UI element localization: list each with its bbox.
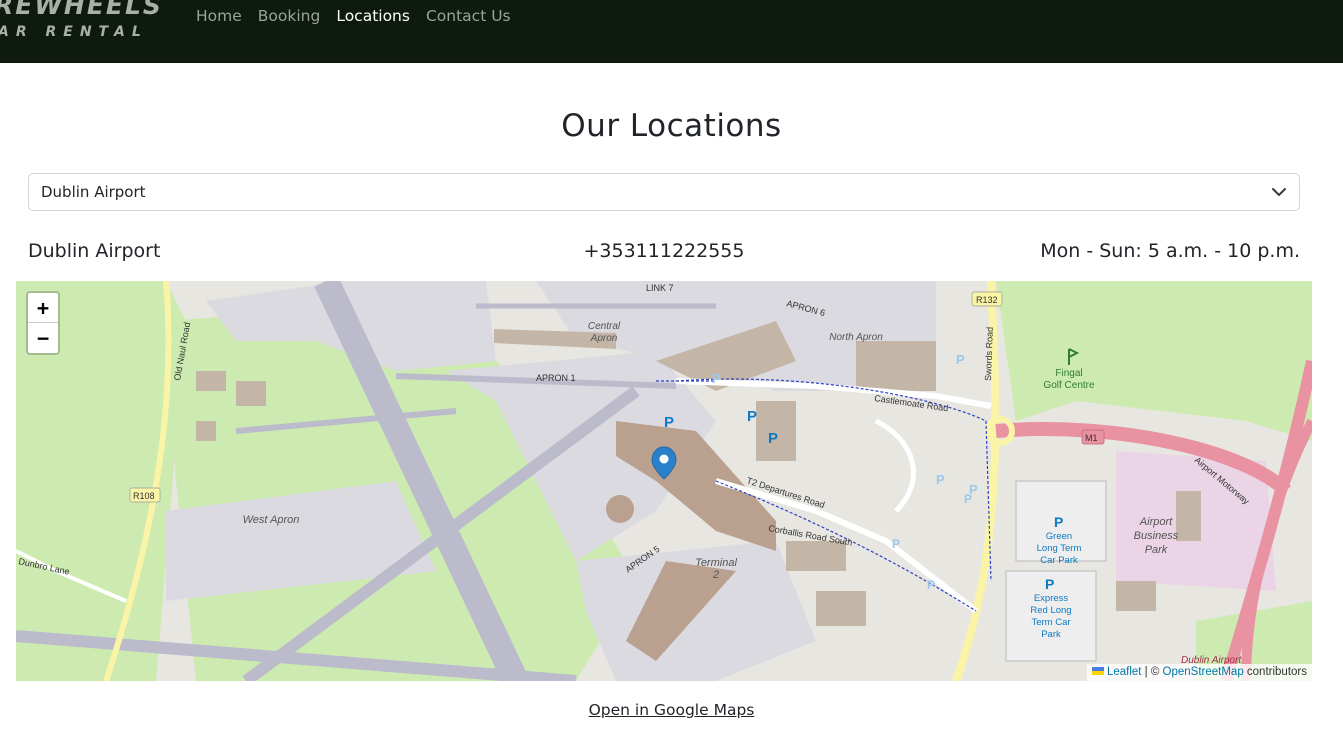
zoom-control: + − — [26, 291, 60, 355]
map-label-link-7: LINK 7 — [646, 283, 674, 293]
location-select[interactable]: Dublin Airport — [28, 173, 1300, 211]
map-label-corballis: Corballis Road South — [768, 523, 854, 548]
brand-logo-bottom: AR RENTAL — [0, 24, 148, 40]
map-label-term-car: Term Car — [1031, 617, 1070, 628]
map-label-apron-5: APRON 5 — [623, 544, 661, 575]
map-label-fingal: Fingal — [1055, 368, 1082, 379]
map-label-castlemoate: Castlemoate Road — [874, 393, 949, 413]
map-label-r108: R108 — [133, 491, 155, 501]
map-label-express: Express — [1034, 593, 1069, 604]
attribution-suffix: contributors — [1243, 666, 1307, 678]
map-label-car-park: Car Park — [1040, 555, 1078, 566]
map-label-apron-6: APRON 6 — [785, 298, 826, 318]
map-label-r132: R132 — [976, 295, 998, 305]
map-label-green-long: Green — [1046, 531, 1072, 542]
location-hours: Mon - Sun: 5 a.m. - 10 p.m. — [1040, 240, 1300, 262]
map-label-apron-1: APRON 1 — [536, 373, 576, 383]
nav-link-locations[interactable]: Locations — [336, 6, 410, 26]
chevron-down-icon — [1272, 188, 1286, 196]
brand-logo-top: REWHEELS — [0, 0, 163, 20]
map-label-m1: M1 — [1085, 433, 1098, 443]
map-label-airport-motorway: Airport Motorway — [1193, 455, 1252, 507]
map-label-old-naul: Old Naul Road — [172, 321, 192, 381]
map-label-airport-business: Airport — [1139, 516, 1173, 528]
location-select-value: Dublin Airport — [41, 183, 146, 201]
attribution-separator: | © — [1141, 666, 1163, 678]
nav-links: Home Booking Locations Contact Us — [196, 6, 527, 26]
location-map[interactable]: P P P P P P P P P P P P Central Apron No… — [16, 281, 1312, 681]
map-label-central-apron-2: Apron — [590, 333, 618, 344]
leaflet-link[interactable]: Leaflet — [1107, 666, 1142, 678]
google-maps-link-wrap: Open in Google Maps — [0, 700, 1343, 719]
nav-link-booking[interactable]: Booking — [258, 6, 321, 26]
navbar: REWHEELS AR RENTAL Home Booking Location… — [0, 0, 1343, 63]
map-label-park: Park — [1145, 544, 1168, 556]
map-label-west-apron: West Apron — [243, 514, 300, 526]
location-name: Dublin Airport — [28, 240, 161, 262]
google-maps-link[interactable]: Open in Google Maps — [589, 701, 755, 719]
map-labels: Central Apron North Apron West Apron Ter… — [18, 283, 1252, 666]
page-title: Our Locations — [561, 108, 782, 144]
map-label-terminal: Terminal — [695, 557, 737, 569]
nav-link-contact-us[interactable]: Contact Us — [426, 6, 511, 26]
ukraine-flag-icon — [1091, 667, 1104, 675]
map-label-north-apron: North Apron — [829, 332, 883, 343]
openstreetmap-link[interactable]: OpenStreetMap — [1163, 666, 1244, 678]
map-label-t2-departures: T2 Departures Road — [745, 475, 826, 510]
zoom-in-button[interactable]: + — [28, 293, 58, 323]
brand-logo[interactable]: REWHEELS AR RENTAL — [0, 0, 163, 40]
location-info: Dublin Airport +353111222555 Mon - Sun: … — [28, 240, 1300, 266]
map-label-business: Business — [1134, 530, 1179, 542]
map-label-golf-centre: Golf Centre — [1043, 380, 1095, 391]
map-label-terminal-2: 2 — [712, 569, 719, 581]
nav-link-home[interactable]: Home — [196, 6, 242, 26]
map-label-swords-road: Swords Road — [983, 327, 995, 381]
map-label-dunbro: Dunbro Lane — [18, 556, 71, 577]
zoom-out-button[interactable]: − — [28, 323, 58, 353]
map-label-long-term: Long Term — [1037, 543, 1082, 554]
map-attribution: Leaflet | © OpenStreetMap contributors — [1086, 664, 1312, 681]
map-label-red-long: Red Long — [1030, 605, 1071, 616]
map-label-park-2: Park — [1041, 629, 1061, 640]
map-label-central-apron: Central — [588, 321, 621, 332]
